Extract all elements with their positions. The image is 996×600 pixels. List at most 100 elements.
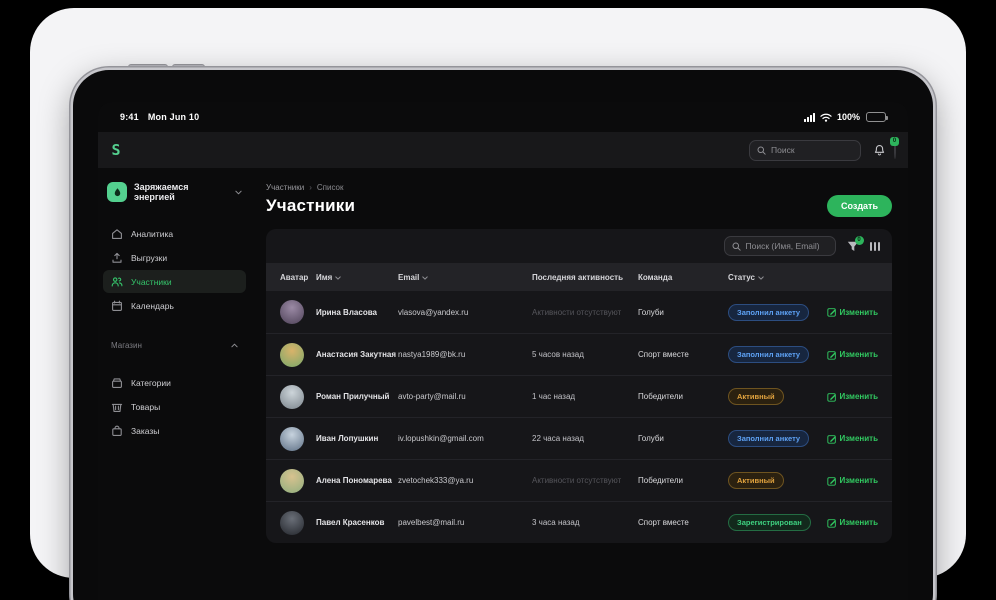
- member-email: nastya1989@bk.ru: [398, 350, 532, 359]
- sidebar-item-analytics[interactable]: Аналитика: [103, 222, 246, 245]
- workspace-icon: [107, 182, 127, 202]
- table-row[interactable]: Павел Красенков pavelbest@mail.ru 3 часа…: [266, 501, 892, 543]
- sidebar-shop-nav: Категории Товары Заказы: [103, 371, 246, 442]
- app-header: S 0: [98, 132, 908, 168]
- table-row[interactable]: Роман Прилучный avto-party@mail.ru 1 час…: [266, 375, 892, 417]
- table-header-row: Аватар Имя Email Последняя активность Ко…: [266, 263, 892, 291]
- member-team: Спорт вместе: [638, 518, 728, 527]
- column-header-avatar: Аватар: [280, 273, 316, 282]
- member-name: Ирина Власова: [316, 308, 398, 317]
- bell-icon: [873, 144, 886, 157]
- member-avatar: [280, 511, 304, 535]
- edit-button[interactable]: Изменить: [827, 392, 878, 402]
- notifications-button[interactable]: [873, 144, 886, 157]
- basket-icon: [111, 401, 123, 413]
- status-badge: Заполнил анкету: [728, 304, 809, 321]
- table-row[interactable]: Алена Пономарева zvetochek333@ya.ru Акти…: [266, 459, 892, 501]
- breadcrumb: Участники › Список: [266, 183, 892, 192]
- pencil-square-icon: [827, 434, 837, 444]
- users-icon: [111, 276, 123, 288]
- pencil-square-icon: [827, 350, 837, 360]
- table-row[interactable]: Ирина Власова vlasova@yandex.ru Активнос…: [266, 291, 892, 333]
- member-avatar: [280, 343, 304, 367]
- chevron-up-icon: [231, 343, 238, 348]
- app-logo: S: [107, 141, 125, 159]
- member-team: Голуби: [638, 308, 728, 317]
- member-name: Анастасия Закутная: [316, 350, 398, 359]
- table-body: Ирина Власова vlasova@yandex.ru Активнос…: [266, 291, 892, 543]
- edit-label: Изменить: [840, 476, 878, 485]
- sidebar: Заряжаемся энергией Аналитика Выгрузки: [98, 168, 250, 600]
- status-badge: Активный: [728, 388, 784, 405]
- member-last-activity: Активности отсутствуют: [532, 308, 638, 317]
- sidebar-section-shop[interactable]: Магазин: [103, 335, 246, 355]
- sort-chevron-icon: [758, 273, 764, 282]
- pencil-square-icon: [827, 392, 837, 402]
- ipad-device-frame: 9:41 Mon Jun 10 100% S: [73, 70, 933, 600]
- member-name: Роман Прилучный: [316, 392, 398, 401]
- sidebar-item-orders[interactable]: Заказы: [103, 419, 246, 442]
- sidebar-item-products[interactable]: Товары: [103, 395, 246, 418]
- table-toolbar: 0: [266, 229, 892, 263]
- edit-label: Изменить: [840, 518, 878, 527]
- column-header-status[interactable]: Статус: [728, 273, 816, 282]
- column-header-activity: Последняя активность: [532, 273, 638, 282]
- status-badge: Заполнил анкету: [728, 346, 809, 363]
- member-last-activity: 5 часов назад: [532, 350, 638, 359]
- sidebar-item-label: Участники: [131, 277, 172, 287]
- calendar-icon: [111, 300, 123, 312]
- user-menu[interactable]: 0: [894, 141, 896, 159]
- create-button[interactable]: Создать: [827, 195, 892, 217]
- filter-button[interactable]: 0: [847, 241, 859, 252]
- sidebar-item-label: Товары: [131, 402, 160, 412]
- search-icon: [732, 242, 741, 251]
- shopping-bag-icon: [111, 425, 123, 437]
- sidebar-item-exports[interactable]: Выгрузки: [103, 246, 246, 269]
- main-content: Участники › Список Участники Создать: [250, 168, 908, 600]
- search-icon: [757, 146, 766, 155]
- status-badge: Заполнил анкету: [728, 430, 809, 447]
- column-header-email[interactable]: Email: [398, 273, 532, 282]
- status-date: Mon Jun 10: [148, 112, 200, 122]
- edit-button[interactable]: Изменить: [827, 476, 878, 486]
- sidebar-item-members[interactable]: Участники: [103, 270, 246, 293]
- table-row[interactable]: Анастасия Закутная nastya1989@bk.ru 5 ча…: [266, 333, 892, 375]
- sidebar-nav: Аналитика Выгрузки Участники Календ: [103, 222, 246, 317]
- table-row[interactable]: Иван Лопушкин iv.lopushkin@gmail.com 22 …: [266, 417, 892, 459]
- workspace-selector[interactable]: Заряжаемся энергией: [103, 178, 246, 206]
- battery-percent: 100%: [837, 112, 860, 122]
- filter-count-badge: 0: [855, 236, 864, 245]
- member-last-activity: Активности отсутствуют: [532, 476, 638, 485]
- sidebar-item-label: Заказы: [131, 426, 159, 436]
- breadcrumb-parent[interactable]: Участники: [266, 183, 304, 192]
- table-search-input[interactable]: [746, 241, 828, 251]
- member-team: Победители: [638, 476, 728, 485]
- edit-button[interactable]: Изменить: [827, 307, 878, 317]
- edit-button[interactable]: Изменить: [827, 518, 878, 528]
- member-team: Победители: [638, 392, 728, 401]
- page: 9:41 Mon Jun 10 100% S: [0, 0, 996, 600]
- sidebar-item-categories[interactable]: Категории: [103, 371, 246, 394]
- member-email: vlasova@yandex.ru: [398, 308, 532, 317]
- member-name: Иван Лопушкин: [316, 434, 398, 443]
- global-search-input[interactable]: [771, 145, 853, 155]
- sort-chevron-icon: [335, 273, 341, 282]
- member-last-activity: 3 часа назад: [532, 518, 638, 527]
- global-search[interactable]: [749, 140, 861, 161]
- sidebar-item-label: Выгрузки: [131, 253, 167, 263]
- status-badge: Зарегистрирован: [728, 514, 811, 531]
- member-avatar: [280, 300, 304, 324]
- edit-button[interactable]: Изменить: [827, 350, 878, 360]
- sidebar-item-calendar[interactable]: Календарь: [103, 294, 246, 317]
- edit-label: Изменить: [840, 308, 878, 317]
- member-team: Спорт вместе: [638, 350, 728, 359]
- column-header-name[interactable]: Имя: [316, 273, 398, 282]
- edit-button[interactable]: Изменить: [827, 434, 878, 444]
- member-name: Павел Красенков: [316, 518, 398, 527]
- pencil-square-icon: [827, 476, 837, 486]
- table-search[interactable]: [724, 236, 836, 256]
- column-header-team: Команда: [638, 273, 728, 282]
- member-team: Голуби: [638, 434, 728, 443]
- columns-button[interactable]: [870, 242, 881, 251]
- wifi-icon: [820, 113, 832, 122]
